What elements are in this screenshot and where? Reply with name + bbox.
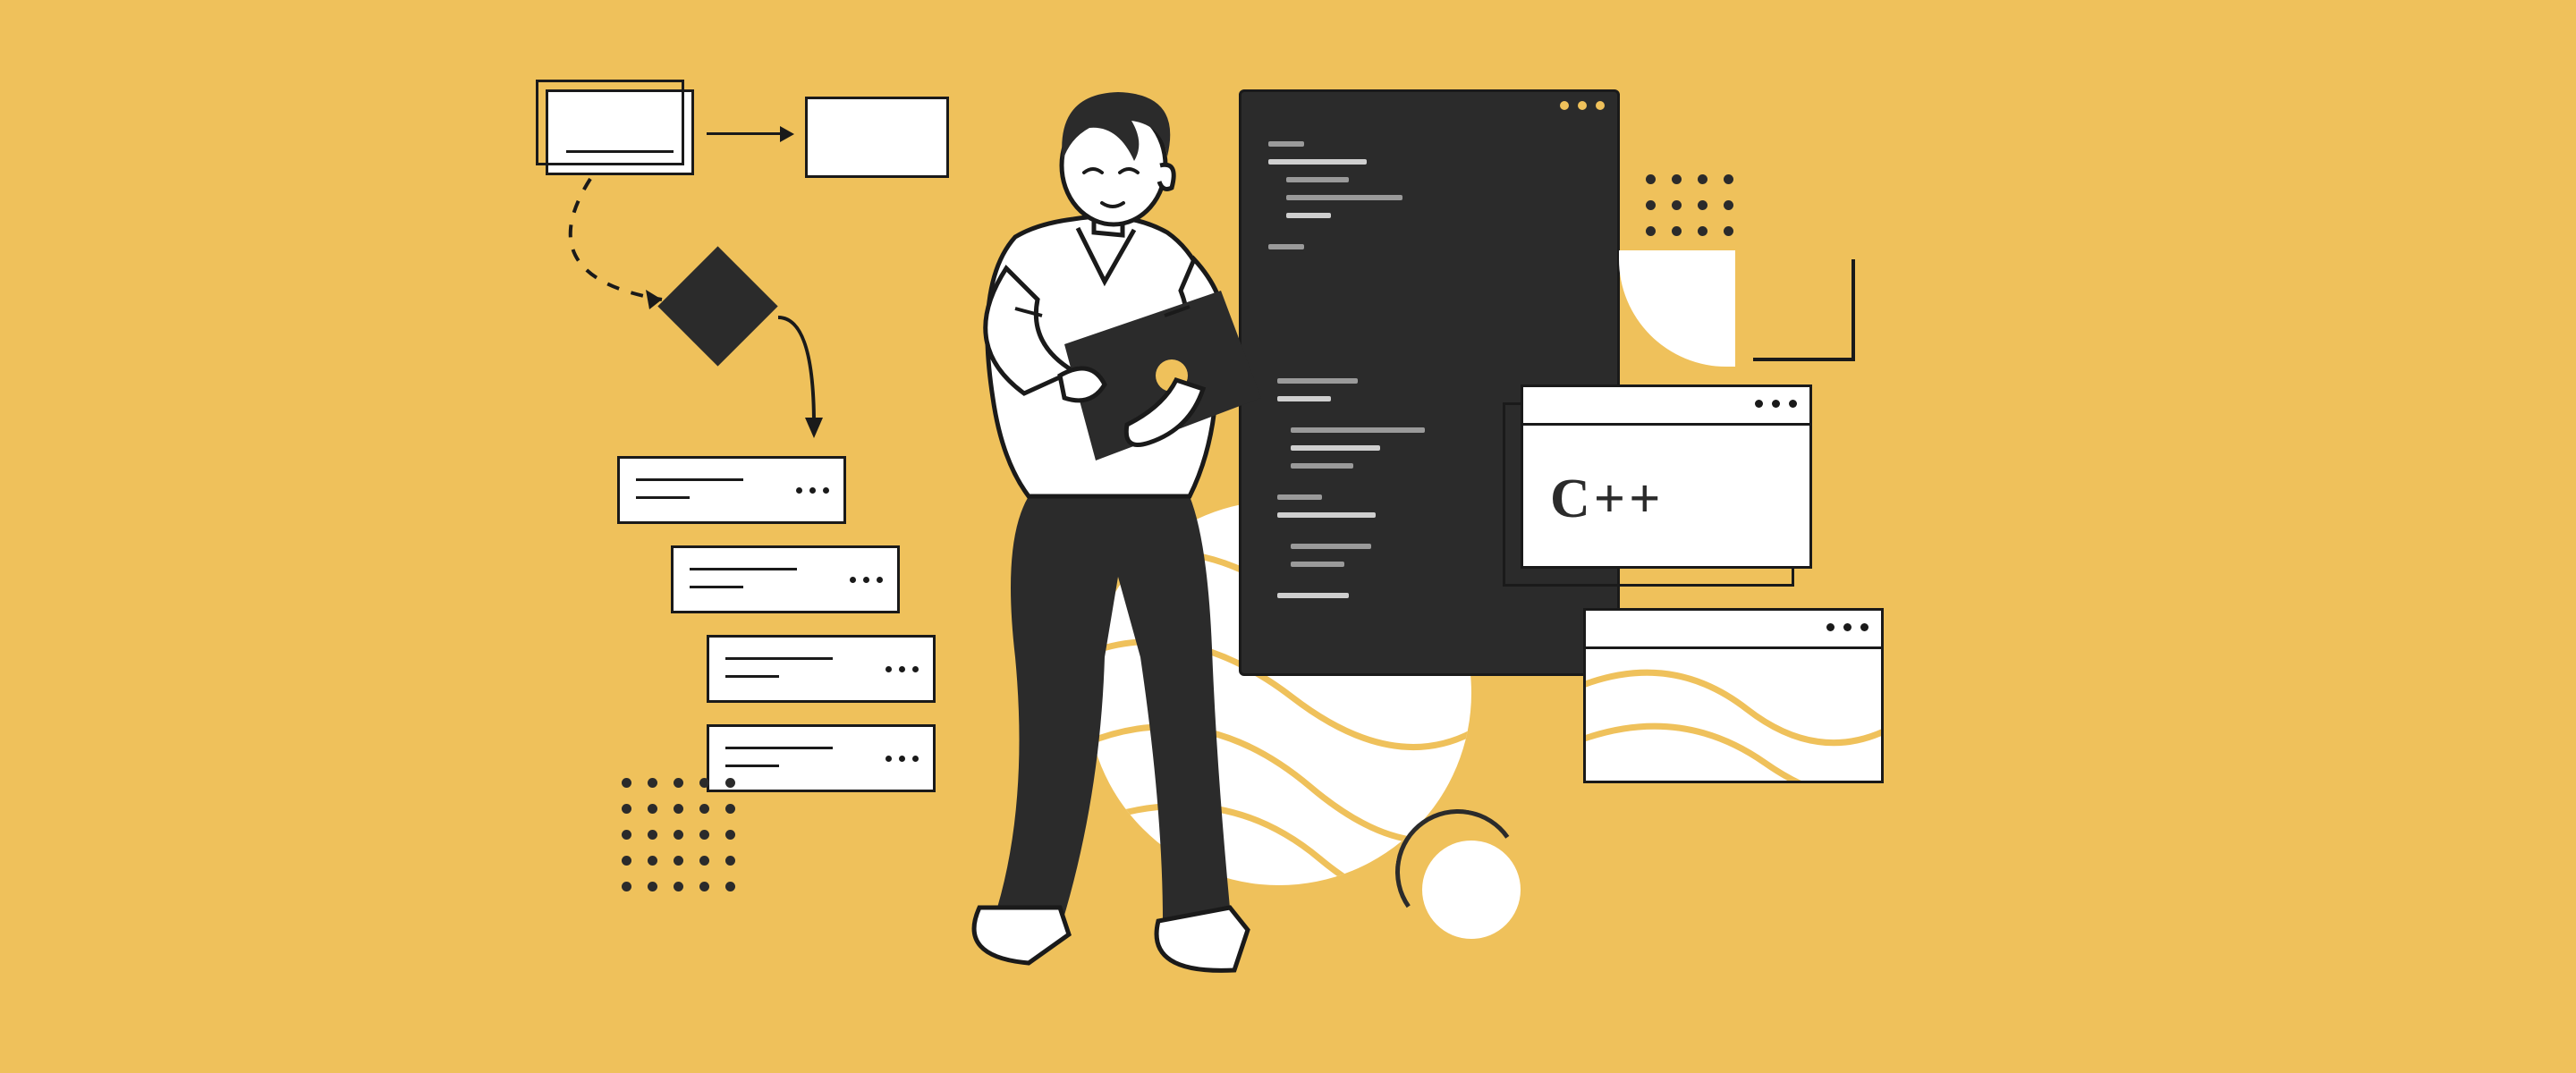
dot-grid-icon (622, 778, 735, 891)
list-card (617, 456, 846, 524)
developer-illustration: C++ (0, 0, 2576, 1073)
quarter-circle-icon (1619, 250, 1735, 367)
dot-grid-icon (1646, 174, 1733, 236)
angle-icon (1753, 259, 1855, 361)
flowchart-box (546, 89, 694, 175)
window-controls-icon (1560, 101, 1605, 110)
developer-figure (894, 76, 1360, 997)
arrow-down-icon (769, 308, 841, 460)
cpp-window: C++ (1521, 384, 1812, 569)
cpp-label: C++ (1550, 468, 1664, 531)
list-card (671, 545, 900, 613)
pattern-card (1583, 608, 1884, 783)
